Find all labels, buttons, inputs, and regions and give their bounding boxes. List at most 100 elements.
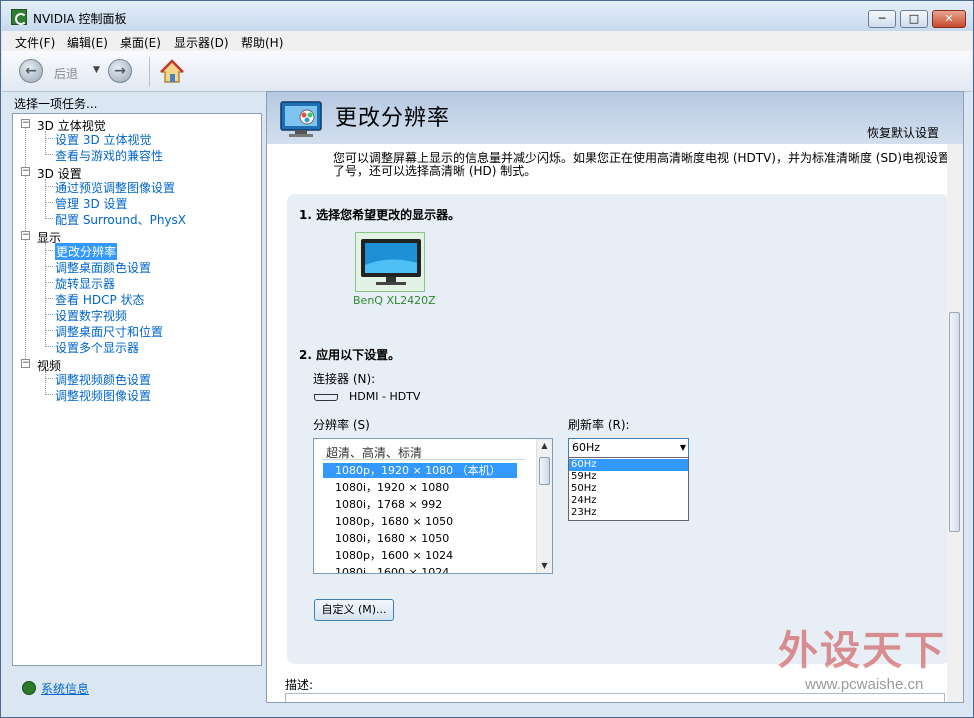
resolution-label: 分辨率 (S) <box>313 418 370 432</box>
sidebar-item-desktop-color[interactable]: 调整桌面颜色设置 <box>55 259 151 276</box>
tree-branch <box>45 330 53 331</box>
scroll-down-icon[interactable]: ▼ <box>537 559 552 573</box>
tree-connector <box>45 371 46 395</box>
watermark-url: www.pcwaishe.cn <box>805 676 924 693</box>
tree-branch <box>45 218 53 219</box>
main-scroll-thumb[interactable] <box>949 312 960 532</box>
tree-branch <box>45 378 53 379</box>
sidebar-item-surround-physx[interactable]: 配置 Surround、PhysX <box>55 211 186 228</box>
sidebar-item-multiple-displays[interactable]: 设置多个显示器 <box>55 339 139 356</box>
sidebar-item-video-image[interactable]: 调整视频图像设置 <box>55 387 151 404</box>
description-box <box>285 693 945 702</box>
tree-branch <box>45 282 53 283</box>
settings-panel: 1. 选择您希望更改的显示器。 BenQ XL2420Z 2. 应用以下设置。 … <box>287 194 949 664</box>
resolution-option[interactable]: 1080p，1680 × 1050 <box>323 514 517 529</box>
custom-resolution-button[interactable]: 自定义 (M)... <box>314 599 394 621</box>
sidebar-item-manage-3d[interactable]: 管理 3D 设置 <box>55 195 128 212</box>
refresh-option[interactable]: 60Hz <box>569 459 688 471</box>
resolution-list[interactable]: 超清、高清、标清 1080p，1920 × 1080 （本机） 1080i，19… <box>313 438 553 574</box>
resolution-option[interactable]: 1080i，1680 × 1050 <box>323 531 517 546</box>
collapse-3d-stereo-icon[interactable]: − <box>21 119 30 128</box>
nvidia-app-icon <box>11 9 27 25</box>
page-title: 更改分辨率 <box>335 106 451 131</box>
resolution-option[interactable]: 1080p，1920 × 1080 （本机） <box>323 463 517 478</box>
back-arrow-icon[interactable]: ← <box>19 59 43 83</box>
refresh-option[interactable]: 24Hz <box>569 495 688 507</box>
main-content: 更改分辨率 恢复默认设置 您可以调整屏幕上显示的信息量并减少闪烁。如果您正在使用… <box>266 91 964 703</box>
step-2-heading: 2. 应用以下设置。 <box>299 348 401 362</box>
resolution-option[interactable]: 1080i，1920 × 1080 <box>323 480 517 495</box>
hdmi-icon <box>314 394 338 401</box>
restore-defaults-link[interactable]: 恢复默认设置 <box>867 124 939 141</box>
history-dropdown-icon[interactable]: ▼ <box>93 65 100 75</box>
sidebar-item-digital-video[interactable]: 设置数字视频 <box>55 307 127 324</box>
sidebar-header: 选择一项任务... <box>14 97 98 111</box>
sidebar-item-hdcp-status[interactable]: 查看 HDCP 状态 <box>55 291 145 308</box>
tree-branch <box>45 314 53 315</box>
page-header: 更改分辨率 恢复默认设置 <box>267 92 963 144</box>
home-icon[interactable] <box>159 59 185 85</box>
description-label: 描述: <box>285 678 314 692</box>
menu-file[interactable]: 文件(F) <box>15 34 55 51</box>
menu-help[interactable]: 帮助(H) <box>241 34 283 51</box>
watermark-logo: 外设天下 <box>778 627 946 674</box>
refresh-option[interactable]: 59Hz <box>569 471 688 483</box>
connector-value: HDMI - HDTV <box>349 390 421 403</box>
display-selector-tile[interactable] <box>355 232 425 292</box>
sidebar-item-change-resolution[interactable]: 更改分辨率 <box>55 243 118 260</box>
refresh-rate-dropdown: 60Hz 59Hz 50Hz 24Hz 23Hz <box>568 457 689 521</box>
resolution-option[interactable]: 1080p，1600 × 1024 <box>323 548 517 563</box>
sidebar-item-rotate-display[interactable]: 旋转显示器 <box>55 275 115 292</box>
refresh-option[interactable]: 23Hz <box>569 507 688 519</box>
title-bar[interactable]: NVIDIA 控制面板 ─ □ ✕ <box>1 1 973 31</box>
tree-connector <box>25 127 26 367</box>
tree-branch <box>45 346 53 347</box>
resolution-option[interactable]: 1080i，1768 × 992 <box>323 497 517 512</box>
collapse-video-icon[interactable]: − <box>21 359 30 368</box>
forward-arrow-icon[interactable]: → <box>108 59 132 83</box>
sidebar-item-desktop-size[interactable]: 调整桌面尺寸和位置 <box>55 323 163 340</box>
tree-connector <box>45 179 46 219</box>
system-info-link[interactable]: 系统信息 <box>23 680 89 697</box>
main-scrollbar[interactable] <box>947 144 963 702</box>
refresh-option[interactable]: 50Hz <box>569 483 688 495</box>
sidebar-item-video-color[interactable]: 调整视频颜色设置 <box>55 371 151 388</box>
sidebar-item-setup-3d-stereo[interactable]: 设置 3D 立体视觉 <box>55 131 152 148</box>
minimize-button[interactable]: ─ <box>868 10 896 28</box>
resolution-list-scrollbar[interactable]: ▲ ▼ <box>536 439 552 573</box>
tree-branch <box>45 154 53 155</box>
menu-edit[interactable]: 编辑(E) <box>67 34 108 51</box>
intro-text: 您可以调整屏幕上显示的信息量并减少闪烁。如果您正在使用高清晰度电视 (HDTV)… <box>333 151 951 178</box>
tree-branch <box>45 394 53 395</box>
maximize-button[interactable]: □ <box>900 10 928 28</box>
collapse-display-icon[interactable]: − <box>21 231 30 240</box>
refresh-rate-value: 60Hz <box>572 441 601 454</box>
close-button[interactable]: ✕ <box>932 10 966 28</box>
sidebar-item-preview-image[interactable]: 通过预览调整图像设置 <box>55 179 175 196</box>
menu-display[interactable]: 显示器(D) <box>174 34 229 51</box>
refresh-rate-select[interactable]: 60Hz ▼ <box>568 438 689 458</box>
resolution-option[interactable]: 1080i，1600 × 1024 <box>323 565 517 573</box>
toolbar: ← 后退 ▼ → <box>2 51 972 92</box>
step-1-heading: 1. 选择您希望更改的显示器。 <box>299 208 461 222</box>
back-button-label[interactable]: 后退 <box>54 65 78 82</box>
chevron-down-icon[interactable]: ▼ <box>680 439 686 457</box>
tree-branch <box>45 266 53 267</box>
connector-label: 连接器 (N): <box>313 372 376 386</box>
tree-connector <box>45 243 46 347</box>
display-settings-icon <box>280 101 322 137</box>
tree-branch <box>45 186 53 187</box>
sidebar-item-game-compat[interactable]: 查看与游戏的兼容性 <box>55 147 163 164</box>
refresh-rate-label: 刷新率 (R): <box>568 418 630 432</box>
scroll-up-icon[interactable]: ▲ <box>537 439 552 453</box>
tree-branch <box>45 298 53 299</box>
monitor-icon <box>361 239 421 285</box>
scroll-thumb[interactable] <box>539 457 550 485</box>
window-title: NVIDIA 控制面板 <box>33 12 127 26</box>
menu-desktop[interactable]: 桌面(E) <box>120 34 161 51</box>
task-tree: − 3D 立体视觉 设置 3D 立体视觉 查看与游戏的兼容性 − 3D 设置 通… <box>12 113 262 666</box>
collapse-3d-settings-icon[interactable]: − <box>21 167 30 176</box>
tree-branch <box>45 250 53 251</box>
tree-connector <box>45 131 46 155</box>
display-name-label[interactable]: BenQ XL2420Z <box>353 294 436 307</box>
